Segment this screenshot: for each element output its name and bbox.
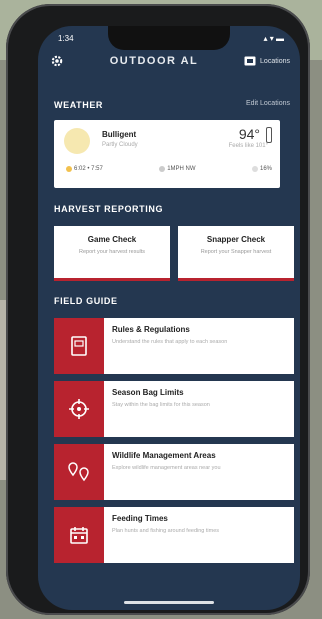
- weather-condition: Partly Cloudy: [102, 142, 138, 148]
- moon-value: 16%: [259, 166, 272, 172]
- wildlife-management-areas-subtitle: Explore wildlife management areas near y…: [112, 465, 221, 471]
- season-bag-limits-text: Season Bag Limits Stay within the bag li…: [104, 381, 294, 437]
- rules-regulations-title: Rules & Regulations: [112, 325, 190, 334]
- wildlife-management-areas-item[interactable]: Wildlife Management Areas Explore wildli…: [54, 444, 294, 500]
- weather-section-label: WEATHER: [54, 100, 104, 110]
- game-check-card[interactable]: Game Check Report your harvest results: [54, 226, 170, 281]
- snapper-check-subtitle: Report your Snapper harvest: [200, 249, 272, 255]
- feeding-times-item[interactable]: Feeding Times Plan hunts and fishing aro…: [54, 507, 294, 563]
- wind-icon: [159, 166, 166, 172]
- season-bag-limits-item[interactable]: Season Bag Limits Stay within the bag li…: [54, 381, 294, 437]
- locations-label: Locations: [260, 57, 290, 65]
- crosshair-icon: [54, 381, 104, 437]
- feeding-times-text: Feeding Times Plan hunts and fishing aro…: [104, 507, 294, 563]
- wind: 1MPH NW: [159, 166, 196, 172]
- book-icon: [54, 318, 104, 374]
- edit-locations-link[interactable]: Edit Locations: [246, 100, 290, 107]
- snapper-check-title: Snapper Check: [206, 235, 266, 244]
- weather-feels-like: Feels like 101°: [228, 143, 268, 149]
- moon-icon: [251, 166, 258, 172]
- sun-times: 6:02 • 7:57: [66, 166, 103, 172]
- snapper-check-card[interactable]: Snapper Check Report your Snapper harves…: [178, 226, 294, 281]
- top-bar: OUTDOOR AL Locations: [50, 50, 290, 72]
- home-indicator[interactable]: [124, 601, 214, 604]
- wildlife-management-areas-text: Wildlife Management Areas Explore wildli…: [104, 444, 294, 500]
- location-card-icon: [244, 56, 256, 66]
- weather-location: Bulligent: [102, 130, 137, 139]
- partly-cloudy-icon: [64, 128, 90, 154]
- field-guide-section-label: FIELD GUIDE: [54, 296, 118, 306]
- rules-regulations-subtitle: Understand the rules that apply to each …: [112, 339, 228, 345]
- season-bag-limits-title: Season Bag Limits: [112, 388, 184, 397]
- thermometer-icon: [266, 127, 272, 143]
- status-icons: ▴ ▾ ▬: [263, 34, 284, 43]
- status-bar: 1:34 ▴ ▾ ▬: [58, 34, 284, 46]
- gear-icon[interactable]: [50, 54, 64, 68]
- app-screen: 1:34 ▴ ▾ ▬ OUTDOOR AL Locations WEATHER …: [38, 26, 300, 610]
- feeding-times-title: Feeding Times: [112, 514, 168, 523]
- wildlife-management-areas-title: Wildlife Management Areas: [112, 451, 216, 460]
- game-check-subtitle: Report your harvest results: [78, 249, 146, 255]
- status-time: 1:34: [58, 34, 74, 43]
- moon: 16%: [251, 166, 272, 172]
- locations-button[interactable]: Locations: [244, 56, 290, 66]
- game-check-title: Game Check: [87, 235, 137, 244]
- sun-icon: [66, 166, 72, 172]
- phone-frame: 1:34 ▴ ▾ ▬ OUTDOOR AL Locations WEATHER …: [6, 4, 310, 615]
- map-pin-icon: [54, 444, 104, 500]
- season-bag-limits-subtitle: Stay within the bag limits for this seas…: [112, 402, 210, 408]
- sun-times-value: 6:02 • 7:57: [74, 166, 103, 172]
- weather-details: 6:02 • 7:57 1MPH NW 16%: [66, 166, 272, 172]
- rules-regulations-text: Rules & Regulations Understand the rules…: [104, 318, 294, 374]
- calendar-icon: [54, 507, 104, 563]
- weather-temperature: 94°: [238, 126, 260, 142]
- wind-value: 1MPH NW: [167, 166, 196, 172]
- app-title: OUTDOOR AL: [109, 55, 199, 67]
- rules-regulations-item[interactable]: Rules & Regulations Understand the rules…: [54, 318, 294, 374]
- weather-card[interactable]: Bulligent Partly Cloudy 94° Feels like 1…: [54, 120, 280, 188]
- harvest-section-label: HARVEST REPORTING: [54, 204, 164, 214]
- feeding-times-subtitle: Plan hunts and fishing around feeding ti…: [112, 528, 220, 534]
